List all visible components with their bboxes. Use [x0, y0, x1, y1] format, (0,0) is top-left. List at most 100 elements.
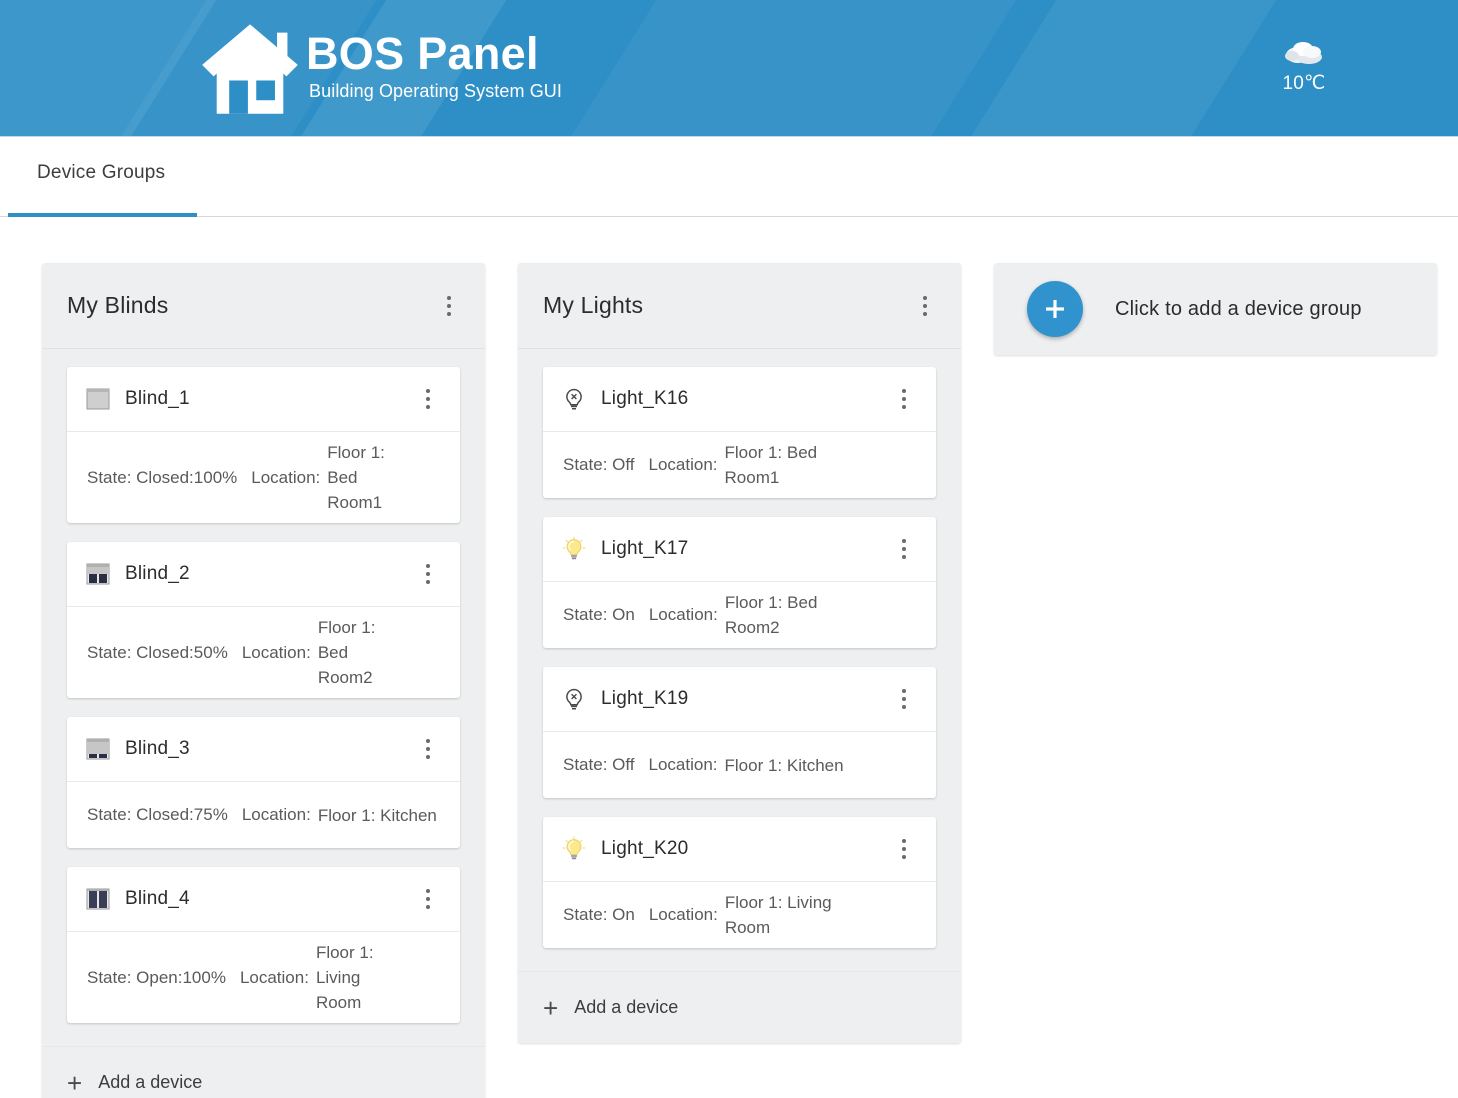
- device-card-info: State: Open:100% Location: Floor 1: Livi…: [67, 932, 460, 1023]
- house-icon: [198, 16, 302, 120]
- device-location-value: Floor 1: Bed Room2: [317, 618, 376, 687]
- add-device-group-button[interactable]: Click to add a device group: [994, 263, 1437, 355]
- kebab-menu-icon[interactable]: [894, 686, 914, 712]
- device-location-label: Location:: [241, 642, 311, 662]
- blind-closed-50-icon: [85, 561, 125, 587]
- device-card[interactable]: Light_K16 State: Off Location: Floor 1: …: [543, 367, 936, 498]
- device-list: Light_K16 State: Off Location: Floor 1: …: [518, 349, 961, 971]
- device-location-value: Floor 1: Kitchen: [724, 755, 844, 775]
- device-groups-board: My Blinds Blind_1 State: Closed:100% Loc…: [0, 217, 1458, 1098]
- device-name: Light_K19: [601, 688, 689, 709]
- device-state: State: Open:100%: [87, 967, 226, 987]
- device-card[interactable]: Light_K20 State: On Location: Floor 1: L…: [543, 817, 936, 948]
- device-location-label: Location:: [251, 467, 321, 487]
- device-card-info: State: On Location: Floor 1: Bed Room2: [543, 582, 936, 648]
- header-stripe: [906, 0, 1314, 136]
- plus-icon: +: [543, 992, 559, 1023]
- plus-icon: +: [67, 1067, 83, 1098]
- device-location-label: Location:: [648, 605, 718, 624]
- add-device-label: Add a device: [574, 997, 679, 1017]
- device-card[interactable]: Blind_3 State: Closed:75% Location: Floo…: [67, 717, 460, 848]
- device-location-value: Floor 1: Living Room: [315, 943, 374, 1012]
- device-list: Blind_1 State: Closed:100% Location: Flo…: [42, 349, 485, 1046]
- device-name: Blind_4: [125, 888, 190, 909]
- device-state: State: Off: [563, 755, 635, 774]
- blind-closed-100-icon: [85, 386, 125, 412]
- device-group-title: My Lights: [543, 292, 644, 318]
- device-location-value: Floor 1: Kitchen: [317, 805, 437, 825]
- device-card-header: Blind_3: [67, 717, 460, 782]
- device-card-header: Blind_2: [67, 542, 460, 607]
- kebab-menu-icon[interactable]: [418, 886, 438, 912]
- blind-open-100-icon: [85, 886, 125, 912]
- device-card[interactable]: Blind_2 State: Closed:50% Location: Floo…: [67, 542, 460, 698]
- device-state: State: Off: [563, 455, 635, 474]
- kebab-menu-icon[interactable]: [894, 836, 914, 862]
- device-card[interactable]: Blind_1 State: Closed:100% Location: Flo…: [67, 367, 460, 523]
- add-device-label: Add a device: [98, 1072, 203, 1092]
- device-card[interactable]: Light_K17 State: On Location: Floor 1: B…: [543, 517, 936, 648]
- kebab-menu-icon[interactable]: [418, 386, 438, 412]
- device-card[interactable]: Light_K19 State: Off Location: Floor 1: …: [543, 667, 936, 798]
- bulb-on-icon: [561, 536, 601, 562]
- kebab-menu-icon[interactable]: [915, 293, 935, 319]
- app-header: BOS Panel Building Operating System GUI …: [0, 0, 1458, 137]
- device-card-info: State: Closed:75% Location: Floor 1: Kit…: [67, 782, 460, 848]
- app-title: BOS Panel: [306, 28, 539, 79]
- app-subtitle: Building Operating System GUI: [309, 81, 563, 101]
- device-state: State: On: [563, 605, 635, 624]
- device-card-header: Light_K17: [543, 517, 936, 582]
- device-card[interactable]: Blind_4 State: Open:100% Location: Floor…: [67, 867, 460, 1023]
- tab-device-groups[interactable]: Device Groups: [37, 162, 165, 184]
- bulb-off-icon: [561, 386, 601, 412]
- kebab-menu-icon[interactable]: [418, 561, 438, 587]
- device-location-label: Location:: [648, 455, 718, 474]
- device-state: State: Closed:50%: [87, 642, 228, 662]
- kebab-menu-icon[interactable]: [418, 736, 438, 762]
- bulb-off-icon: [561, 686, 601, 712]
- device-name: Light_K17: [601, 538, 689, 559]
- device-state: State: On: [563, 905, 635, 924]
- device-card-header: Blind_1: [67, 367, 460, 432]
- kebab-menu-icon[interactable]: [894, 536, 914, 562]
- device-location-label: Location:: [241, 805, 311, 824]
- bulb-on-icon: [561, 836, 601, 862]
- device-name: Blind_2: [125, 563, 190, 584]
- device-group-card: My Lights Light_K16 State: Off Location:…: [518, 263, 961, 1043]
- device-state: State: Closed:75%: [87, 805, 228, 824]
- tab-device-groups-label: Device Groups: [37, 162, 166, 183]
- device-location-label: Location:: [648, 755, 718, 774]
- device-state: State: Closed:100%: [87, 467, 238, 487]
- device-group-header: My Blinds: [42, 263, 485, 349]
- device-card-info: State: Closed:100% Location: Floor 1: Be…: [67, 432, 460, 523]
- device-card-header: Blind_4: [67, 867, 460, 932]
- device-name: Light_K20: [601, 838, 689, 859]
- add-device-button[interactable]: + Add a device: [42, 1046, 485, 1098]
- device-card-info: State: Closed:50% Location: Floor 1: Bed…: [67, 607, 460, 698]
- add-device-button[interactable]: + Add a device: [518, 971, 961, 1043]
- kebab-menu-icon[interactable]: [894, 386, 914, 412]
- device-group-card: My Blinds Blind_1 State: Closed:100% Loc…: [42, 263, 485, 1098]
- device-card-info: State: Off Location: Floor 1: Bed Room1: [543, 432, 936, 498]
- header-stripe: [506, 0, 1054, 136]
- cloud-icon: [1256, 36, 1352, 66]
- device-location-label: Location:: [239, 967, 309, 987]
- device-group-title: My Blinds: [67, 292, 169, 318]
- device-group-header: My Lights: [518, 263, 961, 349]
- brand: BOS Panel Building Operating System GUI: [198, 16, 562, 120]
- device-location-value: Floor 1: Living Room: [724, 893, 832, 937]
- device-name: Blind_3: [125, 738, 190, 759]
- device-location-value: Floor 1: Bed Room1: [724, 443, 818, 487]
- add-device-group-label: Click to add a device group: [1115, 297, 1362, 320]
- blind-closed-75-icon: [85, 736, 125, 762]
- weather-temperature: 10℃: [1282, 73, 1326, 94]
- plus-icon[interactable]: [1027, 281, 1083, 337]
- device-card-header: Light_K16: [543, 367, 936, 432]
- device-name: Light_K16: [601, 388, 689, 409]
- tab-bar: Device Groups: [0, 137, 1458, 217]
- kebab-menu-icon[interactable]: [439, 293, 459, 319]
- device-card-header: Light_K19: [543, 667, 936, 732]
- device-card-info: State: On Location: Floor 1: Living Room: [543, 882, 936, 948]
- device-location-value: Floor 1: Bed Room1: [327, 443, 385, 512]
- device-card-info: State: Off Location: Floor 1: Kitchen: [543, 732, 936, 798]
